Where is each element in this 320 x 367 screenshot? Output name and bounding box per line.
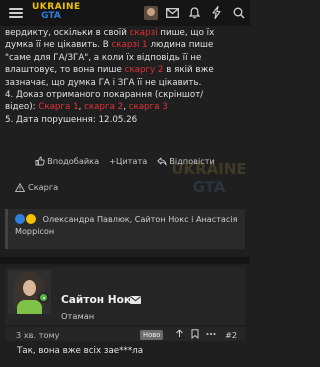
post-divider	[0, 257, 250, 264]
reply-meta-bar: 3 хв. тому Ново #2	[5, 327, 245, 341]
avatar-face	[23, 280, 36, 296]
search-icon[interactable]	[231, 5, 246, 20]
text-span: відео):	[5, 102, 39, 113]
share-icon[interactable]	[175, 329, 184, 341]
avatar	[143, 5, 158, 20]
bell-icon[interactable]	[187, 5, 202, 20]
post-number[interactable]: #2	[225, 330, 237, 340]
report-label: Скарга	[28, 182, 59, 192]
author-name[interactable]: Сайтон Нокс	[61, 294, 137, 306]
evidence-link-3[interactable]: скарга 3	[129, 102, 168, 112]
menu-icon[interactable]	[9, 8, 23, 18]
user-avatar[interactable]	[143, 5, 158, 20]
reaction-icons	[15, 214, 36, 224]
watermark-logo: UKRAINE GTA	[170, 160, 248, 202]
report-button[interactable]: Скарга	[15, 182, 58, 192]
like-label: Вподобайка	[47, 156, 100, 166]
post-time[interactable]: 3 хв. тому	[16, 330, 60, 340]
text-span: влаштовує, то вона пише	[5, 65, 125, 76]
quote-button[interactable]: +Цитата	[109, 155, 147, 167]
text-span: в якій вже	[163, 65, 214, 76]
evidence-link-1[interactable]: Скарга 1	[38, 102, 78, 112]
reactions-users: Олександра Павлюк, Сайтон Нокс і Анастас…	[15, 214, 238, 236]
post-line: 4. Доказ отриманого покарання (скріншот/	[5, 90, 204, 101]
logo-line-2: GTA	[41, 11, 61, 21]
quote-label: +Цитата	[109, 156, 148, 166]
post-line: "саме для ГА/ЗГА", а коли їх відповідь ї…	[5, 52, 202, 63]
thumbs-up-icon	[35, 156, 45, 166]
post-body: вердикту, оскільки в своїй скарзі пише, …	[5, 27, 245, 126]
text-span: людина пише	[147, 40, 214, 51]
post-line: зазначає, що думка ГА і ЗГА її не цікави…	[5, 77, 202, 88]
like-reaction-icon	[15, 214, 25, 224]
post-line: 5. Дата порушення: 12.05.26	[5, 114, 138, 125]
author-role: Отаман	[61, 311, 95, 321]
lightning-icon[interactable]	[209, 5, 224, 20]
reply-icon	[157, 157, 167, 165]
reactions-bar[interactable]: Олександра Павлюк, Сайтон Нокс і Анастас…	[5, 209, 245, 249]
reply-message: Так, вона вже всіх зае***ла	[17, 346, 144, 356]
like-button[interactable]: Вподобайка	[35, 155, 99, 167]
new-badge: Ново	[140, 330, 164, 340]
post-line: влаштовує, то вона пише скаргу 2 в якій …	[5, 64, 245, 76]
reply-author-block: Сайтон Нокс Отаман	[5, 267, 245, 325]
post-line: думка її не цікавить. В скарзі 1 людина …	[5, 39, 245, 51]
post-line: відео): Скарга 1, скарга 2, скарга 3	[5, 101, 245, 113]
bookmark-icon[interactable]	[191, 329, 199, 342]
text-span: вердикту, оскільки в своїй	[5, 28, 130, 38]
envelope-icon	[130, 296, 141, 307]
text-span: пише, що їх	[157, 28, 215, 38]
evidence-link-2[interactable]: скарга 2	[84, 102, 123, 112]
avatar-clothes	[17, 300, 42, 314]
online-status-icon	[38, 292, 49, 303]
site-logo[interactable]: UKRAINE GTA	[32, 3, 80, 23]
laugh-reaction-icon	[26, 214, 36, 224]
warning-icon	[15, 182, 25, 192]
top-bar: UKRAINE GTA	[0, 0, 250, 26]
envelope-icon[interactable]	[165, 5, 180, 20]
top-bar-icons	[143, 5, 246, 20]
more-options-icon[interactable]	[206, 329, 216, 342]
post-line: вердикту, оскільки в своїй скарзі пише, …	[5, 27, 245, 39]
watermark-line-2: GTA	[192, 178, 226, 196]
complaint-1-link[interactable]: скарзі 1	[112, 40, 148, 50]
complaint-2-link[interactable]: скаргу 2	[125, 65, 164, 75]
complaint-link[interactable]: скарзі	[130, 28, 158, 38]
text-span: думка її не цікавить. В	[5, 40, 112, 51]
watermark-line-1: UKRAINE	[171, 160, 247, 178]
